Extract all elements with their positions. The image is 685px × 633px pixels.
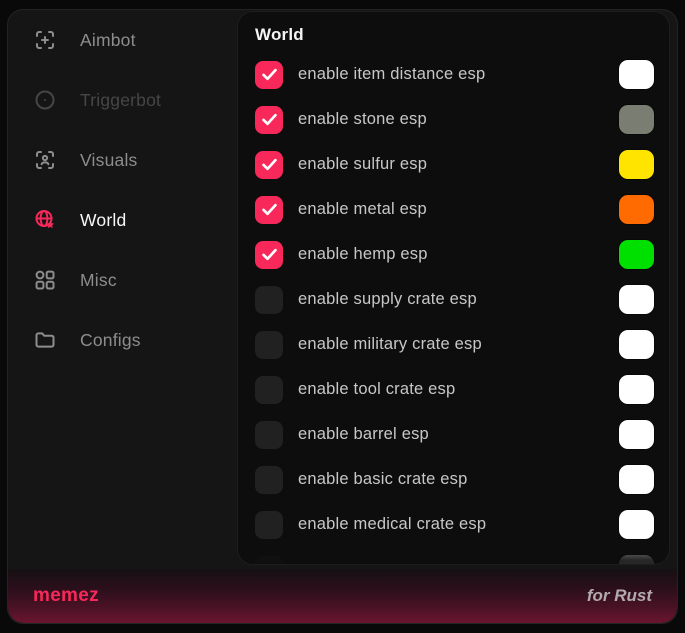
- sidebar-item-label: World: [80, 210, 126, 231]
- esp-checkbox[interactable]: [255, 466, 283, 494]
- checkmark-icon: [260, 155, 279, 174]
- sidebar-item-visuals[interactable]: Visuals: [8, 130, 237, 190]
- esp-option-label: enable medical crate esp: [298, 515, 486, 534]
- sidebar-item-aimbot[interactable]: Aimbot: [8, 10, 237, 70]
- color-swatch[interactable]: [619, 510, 654, 539]
- sidebar-item-misc[interactable]: Misc: [8, 250, 237, 310]
- sidebar-item-triggerbot[interactable]: Triggerbot: [8, 70, 237, 130]
- esp-checkbox[interactable]: [255, 286, 283, 314]
- panel-title: World: [255, 23, 654, 47]
- esp-checkbox[interactable]: [255, 196, 283, 224]
- crosshair-icon: [33, 28, 57, 52]
- color-swatch[interactable]: [619, 375, 654, 404]
- color-swatch[interactable]: [619, 465, 654, 494]
- sidebar-item-world[interactable]: World: [8, 190, 237, 250]
- esp-checkbox[interactable]: [255, 376, 283, 404]
- grid-icon: [33, 268, 57, 292]
- folder-icon: [33, 328, 57, 352]
- sidebar-item-label: Visuals: [80, 150, 138, 171]
- esp-checkbox[interactable]: [255, 421, 283, 449]
- esp-toggle-row: enable item distance esp: [255, 52, 654, 97]
- sidebar-item-label: Configs: [80, 330, 141, 351]
- menu-content: Aimbot Triggerbot Visu: [8, 10, 677, 569]
- sidebar: Aimbot Triggerbot Visu: [8, 10, 237, 569]
- esp-option-label: enable basic crate esp: [298, 470, 468, 489]
- esp-toggle-row: enable tool crate esp: [255, 367, 654, 412]
- esp-toggle-row: enable supply crate esp: [255, 277, 654, 322]
- sidebar-item-label: Triggerbot: [80, 90, 161, 111]
- footer-bar: memez for Rust: [8, 569, 677, 623]
- footer-tagline: for Rust: [587, 586, 652, 606]
- sidebar-item-configs[interactable]: Configs: [8, 310, 237, 370]
- esp-toggle-row: enable barrel esp: [255, 412, 654, 457]
- checkmark-icon: [260, 245, 279, 264]
- esp-checkbox[interactable]: [255, 61, 283, 89]
- esp-option-label: enable tool crate esp: [298, 380, 455, 399]
- color-swatch[interactable]: [619, 330, 654, 359]
- esp-toggle-row: enable stone esp: [255, 97, 654, 142]
- esp-checkbox[interactable]: [255, 511, 283, 539]
- esp-toggle-row: enable military crate esp: [255, 322, 654, 367]
- esp-checkbox[interactable]: [255, 106, 283, 134]
- esp-checkbox[interactable]: [255, 556, 283, 566]
- color-swatch[interactable]: [619, 60, 654, 89]
- trigger-icon: [33, 88, 57, 112]
- sidebar-item-label: Misc: [80, 270, 117, 291]
- esp-option-label: enable metal esp: [298, 200, 427, 219]
- esp-checkbox[interactable]: [255, 331, 283, 359]
- brand-name: memez: [33, 585, 99, 607]
- esp-checkbox[interactable]: [255, 151, 283, 179]
- color-swatch[interactable]: [619, 420, 654, 449]
- color-swatch[interactable]: [619, 150, 654, 179]
- esp-options-list: enable item distance esp enable stone es…: [255, 52, 654, 565]
- esp-option-label: enable barrel esp: [298, 425, 429, 444]
- esp-toggle-row: enable hemp esp: [255, 232, 654, 277]
- color-swatch[interactable]: [619, 105, 654, 134]
- esp-checkbox[interactable]: [255, 241, 283, 269]
- esp-toggle-row: enable basic crate esp: [255, 457, 654, 502]
- esp-option-label: enable supply crate esp: [298, 290, 477, 309]
- esp-toggle-row: enable metal esp: [255, 187, 654, 232]
- esp-toggle-row: enable sulfur esp: [255, 142, 654, 187]
- checkmark-icon: [260, 110, 279, 129]
- world-panel: World enable item distance esp: [237, 11, 670, 565]
- esp-option-label: enable military crate esp: [298, 335, 482, 354]
- esp-option-label: enable item distance esp: [298, 65, 485, 84]
- person-scan-icon: [33, 148, 57, 172]
- esp-option-label: enable hemp esp: [298, 245, 428, 264]
- esp-option-label: enable sulfur esp: [298, 155, 427, 174]
- color-swatch[interactable]: [619, 195, 654, 224]
- sidebar-item-label: Aimbot: [80, 30, 136, 51]
- cheat-menu-window: Aimbot Triggerbot Visu: [7, 9, 678, 624]
- esp-toggle-row: [255, 547, 654, 565]
- color-swatch[interactable]: [619, 285, 654, 314]
- esp-option-label: enable stone esp: [298, 110, 427, 129]
- globe-star-icon: [33, 208, 57, 232]
- checkmark-icon: [260, 200, 279, 219]
- color-swatch[interactable]: [619, 555, 654, 565]
- checkmark-icon: [260, 65, 279, 84]
- esp-toggle-row: enable medical crate esp: [255, 502, 654, 547]
- color-swatch[interactable]: [619, 240, 654, 269]
